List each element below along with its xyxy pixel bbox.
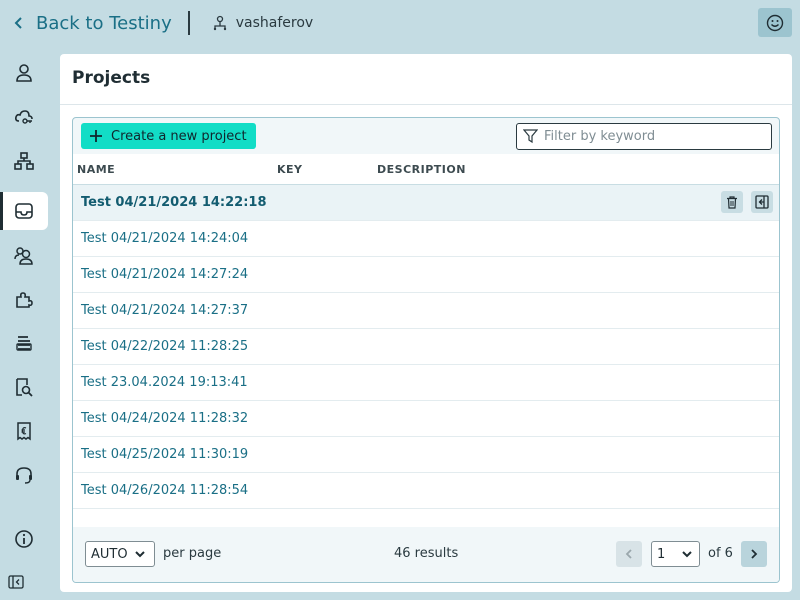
person-icon	[16, 64, 32, 82]
table-row[interactable]: Test 04/21/2024 14:27:24	[73, 257, 779, 293]
project-name-link[interactable]: Test 04/26/2024 11:28:54	[81, 483, 248, 498]
create-project-label: Create a new project	[111, 128, 247, 144]
project-name-link[interactable]: Test 04/21/2024 14:27:24	[81, 267, 248, 282]
sidebar-item-organization[interactable]	[0, 142, 48, 180]
page-title: Projects	[72, 68, 151, 88]
project-name-link[interactable]: Test 04/24/2024 11:28:32	[81, 411, 248, 426]
previous-page-button[interactable]	[616, 541, 642, 567]
per-page-select[interactable]: AUTO	[85, 541, 155, 567]
projects-card: Create a new project NAME KEY DESCRIPTIO…	[72, 117, 780, 583]
delete-project-button[interactable]	[721, 191, 743, 213]
smiley-icon	[766, 14, 784, 31]
per-page-label: per page	[163, 546, 222, 561]
sidebar-item-cloud-key[interactable]	[0, 98, 48, 136]
collapse-sidebar-button[interactable]	[8, 574, 28, 594]
organization-icon	[213, 15, 226, 31]
collapse-icon	[8, 575, 24, 589]
chevron-down-icon	[135, 551, 145, 558]
page-select[interactable]: 1	[651, 541, 700, 567]
users-icon	[14, 247, 33, 265]
main-panel: Projects Create a new project NAME KEY D…	[60, 54, 792, 592]
table-body: Test 04/21/2024 14:22:18 Test 04/21/2024…	[73, 185, 779, 527]
page-value: 1	[657, 546, 666, 562]
back-link-label: Back to Testiny	[36, 12, 172, 34]
chevron-left-icon	[14, 17, 22, 29]
create-project-button[interactable]: Create a new project	[81, 123, 256, 149]
table-row[interactable]: Test 04/21/2024 14:24:04	[73, 221, 779, 257]
plus-icon	[90, 130, 102, 142]
receipt-icon	[17, 422, 31, 441]
chevron-left-icon	[625, 549, 632, 559]
sidebar-item-projects[interactable]	[0, 192, 48, 230]
headset-icon	[16, 467, 32, 484]
table-row[interactable]: Test 04/25/2024 11:30:19	[73, 437, 779, 473]
project-name-link[interactable]: Test 04/21/2024 14:27:37	[81, 303, 248, 318]
info-icon	[15, 530, 33, 548]
title-divider	[60, 104, 792, 105]
inbox-icon	[15, 203, 33, 219]
open-project-button[interactable]	[751, 191, 773, 213]
sidebar	[0, 46, 56, 600]
sidebar-item-info[interactable]	[0, 520, 48, 558]
hierarchy-icon	[14, 152, 34, 170]
pagination-bar: AUTO per page 46 results 1 of 6	[73, 527, 779, 582]
organization-user: vashaferov	[212, 15, 313, 31]
table-row[interactable]: Test 04/24/2024 11:28:32	[73, 401, 779, 437]
search-document-icon	[16, 378, 33, 397]
sidebar-item-audit[interactable]	[0, 368, 48, 406]
username: vashaferov	[235, 15, 314, 31]
row-actions	[721, 191, 773, 213]
sidebar-item-integrations[interactable]	[0, 280, 48, 318]
table-row[interactable]: Test 04/22/2024 11:28:25	[73, 329, 779, 365]
divider	[187, 11, 190, 35]
per-page-value: AUTO	[91, 546, 128, 562]
project-name-link[interactable]: Test 04/22/2024 11:28:25	[81, 339, 248, 354]
enter-icon	[755, 195, 769, 209]
next-page-button[interactable]	[741, 541, 767, 567]
project-name-link[interactable]: Test 04/25/2024 11:30:19	[81, 447, 248, 462]
table-row[interactable]: Test 04/21/2024 14:27:37	[73, 293, 779, 329]
table-row[interactable]: Test 23.04.2024 19:13:41	[73, 365, 779, 401]
project-name-link[interactable]: Test 04/21/2024 14:24:04	[81, 231, 248, 246]
table-row[interactable]: Test 04/21/2024 14:22:18	[73, 185, 779, 221]
total-pages: of 6	[708, 546, 733, 561]
column-header-description[interactable]: DESCRIPTION	[377, 163, 466, 176]
back-to-testiny-link[interactable]: Back to Testiny	[12, 13, 172, 34]
sidebar-item-profile[interactable]	[0, 54, 48, 92]
puzzle-icon	[16, 292, 33, 308]
table-row[interactable]: Test 04/26/2024 11:28:54	[73, 473, 779, 509]
chevron-right-icon	[751, 549, 758, 559]
cloud-key-icon	[15, 110, 33, 124]
sidebar-item-support[interactable]	[0, 456, 48, 494]
top-bar: Back to Testiny vashaferov	[0, 0, 800, 46]
project-name-link[interactable]: Test 23.04.2024 19:13:41	[81, 375, 248, 390]
sidebar-item-users[interactable]	[0, 236, 48, 274]
feedback-button[interactable]	[758, 8, 792, 37]
project-name-link[interactable]: Test 04/21/2024 14:22:18	[81, 195, 267, 210]
list-icon	[16, 336, 32, 351]
table-header: NAME KEY DESCRIPTION	[73, 154, 779, 185]
trash-icon	[727, 196, 737, 209]
sidebar-item-fields[interactable]	[0, 324, 48, 362]
column-header-key[interactable]: KEY	[277, 163, 303, 176]
sidebar-item-billing[interactable]	[0, 412, 48, 450]
filter-field[interactable]	[516, 123, 772, 150]
filter-input[interactable]	[544, 129, 764, 144]
filter-icon	[523, 129, 538, 144]
chevron-down-icon	[682, 551, 692, 558]
results-count: 46 results	[394, 546, 459, 561]
column-header-name[interactable]: NAME	[77, 163, 115, 176]
